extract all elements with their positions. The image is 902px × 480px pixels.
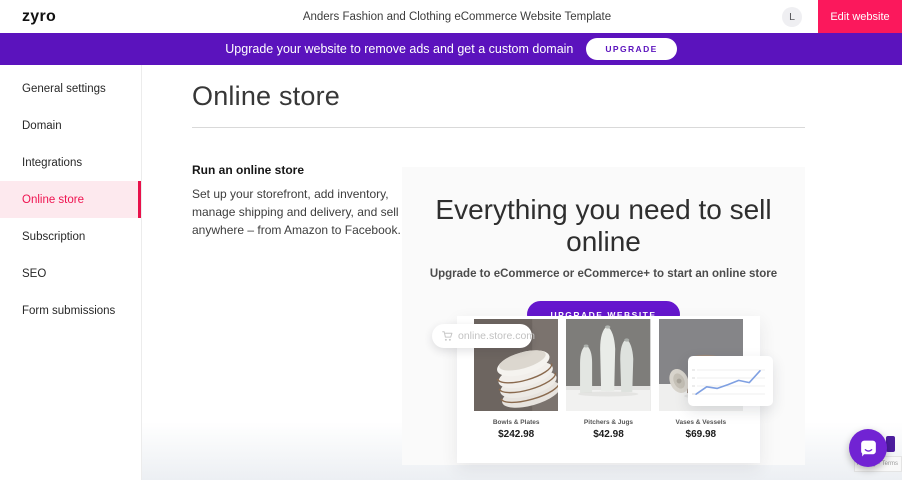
- product-name: Bowls & Plates: [474, 419, 558, 426]
- chat-side-tab: [886, 436, 895, 452]
- title-divider: [192, 127, 805, 128]
- edit-website-button[interactable]: Edit website: [818, 0, 902, 33]
- upgrade-banner-text: Upgrade your website to remove ads and g…: [225, 42, 573, 56]
- topbar: zyro Anders Fashion and Clothing eCommer…: [0, 0, 902, 33]
- product-name: Pitchers & Jugs: [566, 419, 650, 426]
- product-image-pitchers: [566, 319, 650, 411]
- upgrade-banner: Upgrade your website to remove ads and g…: [0, 33, 902, 65]
- upgrade-banner-button[interactable]: UPGRADE: [586, 38, 676, 60]
- chat-button[interactable]: [849, 429, 887, 467]
- sidebar-item-integrations[interactable]: Integrations: [0, 144, 141, 181]
- sidebar-item-general-settings[interactable]: General settings: [0, 70, 141, 107]
- site-template-title: Anders Fashion and Clothing eCommerce We…: [142, 11, 772, 23]
- product-price: $69.98: [659, 429, 743, 440]
- sidebar-item-subscription[interactable]: Subscription: [0, 218, 141, 255]
- upsell-title: Everything you need to sell online: [402, 194, 805, 258]
- ecommerce-upsell-card: Everything you need to sell online Upgra…: [402, 167, 805, 465]
- product-pitchers: Pitchers & Jugs $42.98: [566, 319, 650, 463]
- product-price: $42.98: [566, 429, 650, 440]
- product-price: $242.98: [474, 429, 558, 440]
- store-url-text: online.store.com: [458, 330, 535, 342]
- shopping-cart-icon: [441, 330, 453, 342]
- section-heading: Run an online store: [192, 163, 417, 177]
- chat-bubble-icon: [858, 438, 879, 459]
- app-window: zyro Anders Fashion and Clothing eCommer…: [0, 0, 902, 480]
- sidebar-item-online-store[interactable]: Online store: [0, 181, 141, 218]
- zyro-logo[interactable]: zyro: [22, 8, 142, 26]
- page-title: Online store: [192, 81, 340, 112]
- settings-sidebar: General settings Domain Integrations Onl…: [0, 65, 142, 480]
- sidebar-item-domain[interactable]: Domain: [0, 107, 141, 144]
- section-description: Set up your storefront, add inventory, m…: [192, 186, 417, 239]
- sidebar-item-form-submissions[interactable]: Form submissions: [0, 292, 141, 329]
- upsell-subtitle: Upgrade to eCommerce or eCommerce+ to st…: [402, 268, 805, 280]
- product-name: Vases & Vessels: [659, 419, 743, 426]
- sidebar-item-seo[interactable]: SEO: [0, 255, 141, 292]
- mini-line-chart: [688, 356, 773, 406]
- account-avatar[interactable]: L: [782, 7, 802, 27]
- store-url-pill: online.store.com: [432, 324, 532, 348]
- sales-chart-card: [688, 356, 773, 406]
- online-store-description-block: Run an online store Set up your storefro…: [192, 163, 417, 239]
- main-content: Online store Run an online store Set up …: [142, 65, 902, 480]
- mini-line-chart-line: [696, 371, 760, 394]
